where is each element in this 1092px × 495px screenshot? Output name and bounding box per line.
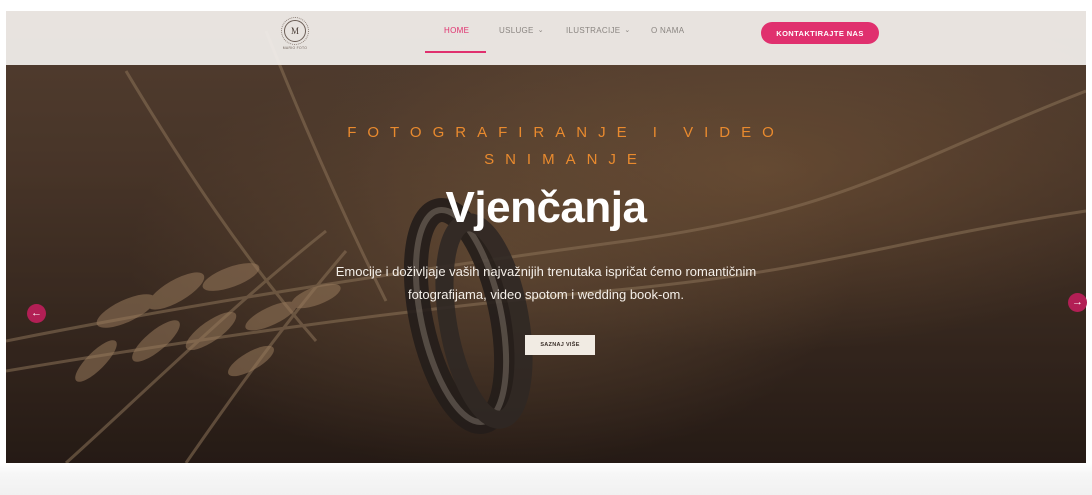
nav-active-indicator (425, 51, 486, 53)
nav-item-label: USLUGE (499, 25, 534, 35)
nav-item-label: ILUSTRACIJE (566, 25, 621, 35)
hero-kicker-line-2: SNIMANJE (484, 151, 648, 168)
chevron-down-icon: ⌄ (537, 27, 544, 34)
page: M MARIO FOTO HOME USLUGE ⌄ ILUSTRACIJE ⌄… (0, 0, 1092, 495)
contact-button[interactable]: KONTAKTIRAJTE NAS (761, 22, 879, 44)
hero-kicker: FOTOGRAFIRANJE I VIDEO SNIMANJE (246, 119, 886, 173)
nav-item-label: O NAMA (651, 25, 685, 35)
learn-more-button[interactable]: SAZNAJ VIŠE (525, 335, 595, 355)
nav-item-label: HOME (444, 25, 470, 35)
nav-item-ilustracije[interactable]: ILUSTRACIJE ⌄ (566, 22, 631, 38)
hero-overlay (6, 11, 1086, 463)
hero-slider: M MARIO FOTO HOME USLUGE ⌄ ILUSTRACIJE ⌄… (6, 11, 1086, 463)
arrow-left-icon[interactable]: ← (27, 304, 46, 323)
logo-mark: M (281, 17, 309, 45)
nav-item-usluge[interactable]: USLUGE ⌄ (499, 22, 544, 38)
hero-kicker-line-1: FOTOGRAFIRANJE I VIDEO (347, 124, 785, 141)
hero-subtitle: Emocije i doživljaje vaših najvažnijih t… (321, 260, 771, 306)
arrow-right-icon[interactable]: → (1068, 293, 1087, 312)
next-section-edge (0, 463, 1092, 495)
chevron-down-icon: ⌄ (624, 27, 631, 34)
nav-item-home[interactable]: HOME (444, 22, 469, 38)
hero-subtitle-line-1: Emocije i doživljaje vaših najvažnijih t… (335, 264, 757, 279)
hero-subtitle-line-2: fotografijama, video spotom i wedding bo… (407, 287, 685, 302)
hero-title: Vjenčanja (445, 183, 647, 232)
logo-text: MARIO FOTO (282, 46, 308, 50)
site-logo[interactable]: M MARIO FOTO (279, 17, 311, 54)
navbar: M MARIO FOTO HOME USLUGE ⌄ ILUSTRACIJE ⌄… (6, 11, 1086, 65)
nav-item-o-nama[interactable]: O NAMA (651, 22, 684, 38)
